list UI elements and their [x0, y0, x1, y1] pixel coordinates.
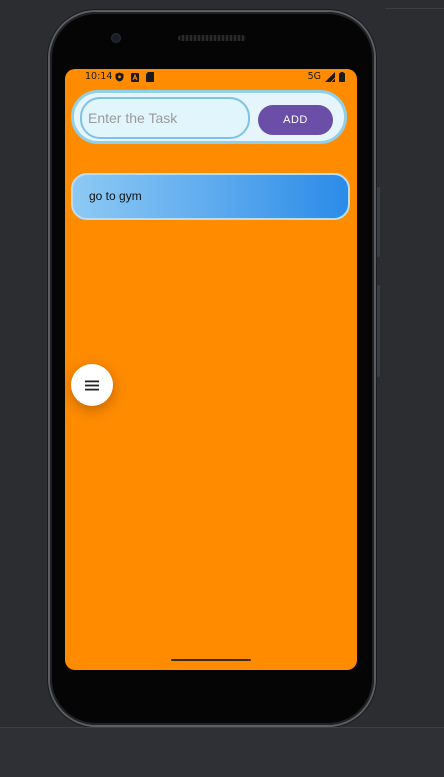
menu-fab-button[interactable]	[71, 364, 113, 406]
phone-frame: 10:14 5G Enter the Task ADD go to gym	[50, 12, 380, 725]
front-camera	[111, 33, 121, 43]
add-task-button[interactable]: ADD	[258, 105, 333, 135]
app-screen: 10:14 5G Enter the Task ADD go to gym	[65, 69, 357, 670]
menu-icon	[85, 380, 99, 390]
status-notification-icons	[115, 72, 154, 82]
task-item-text: go to gym	[89, 189, 142, 203]
font-icon	[131, 72, 139, 82]
speaker-grille	[178, 35, 246, 41]
signal-icon	[325, 71, 335, 82]
home-indicator[interactable]	[171, 659, 251, 661]
task-entry-bar: ADD	[71, 90, 347, 144]
status-system-icons: 5G	[308, 71, 345, 82]
task-list-item[interactable]: go to gym	[71, 173, 350, 220]
task-input[interactable]	[80, 97, 250, 139]
power-button	[377, 187, 380, 257]
battery-icon	[339, 71, 345, 82]
shield-icon	[115, 72, 124, 82]
status-bar: 10:14 5G	[65, 69, 357, 87]
volume-button	[377, 285, 380, 377]
emulator-bottom-panel	[0, 727, 444, 777]
status-time: 10:14	[85, 71, 113, 82]
sd-card-icon	[146, 72, 154, 82]
network-type-label: 5G	[307, 71, 321, 82]
window-edge-line	[385, 8, 444, 9]
